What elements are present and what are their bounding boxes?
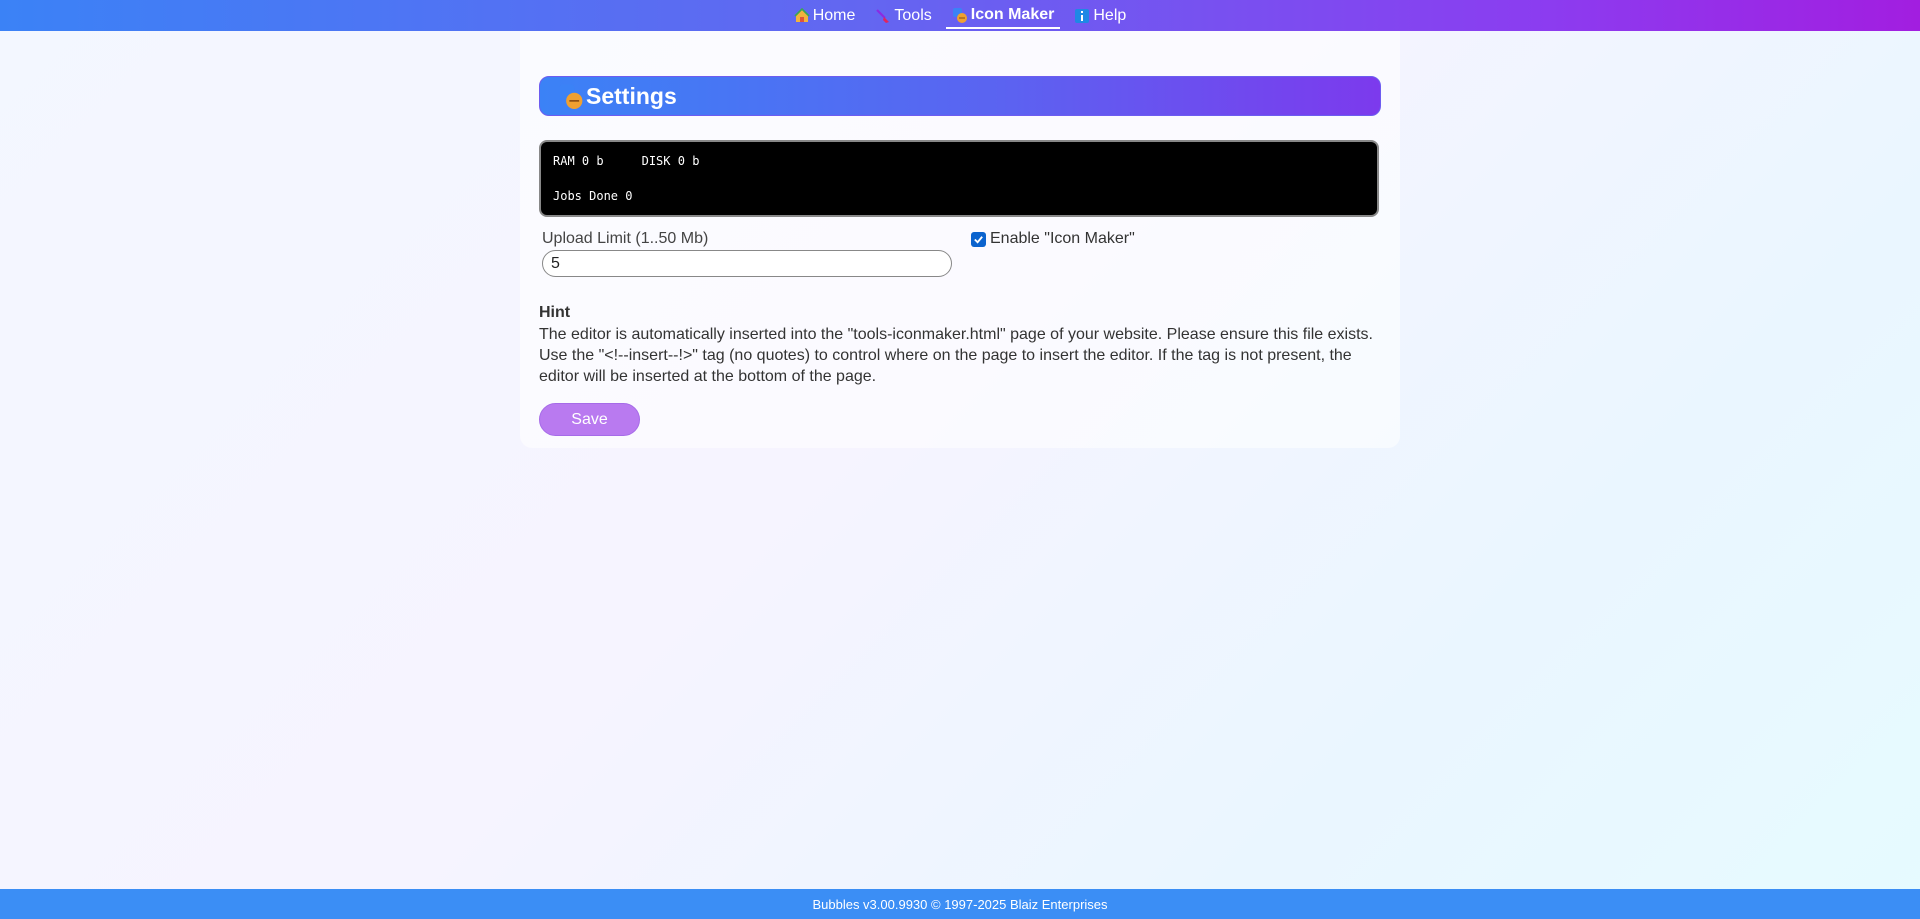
footer: Bubbles v3.00.9930 © 1997-2025 Blaiz Ent… [0, 889, 1920, 919]
house-icon [794, 7, 810, 22]
ram-label: RAM [553, 154, 575, 168]
upload-limit-input[interactable] [542, 250, 952, 277]
nav-help-label: Help [1093, 6, 1127, 24]
settings-panel: Settings RAM 0 b DISK 0 b Jobs Done 0 Upl… [520, 31, 1400, 448]
enable-checkbox[interactable] [971, 231, 986, 247]
disk-value: 0 b [677, 154, 700, 168]
ram-value: 0 b [581, 154, 604, 168]
settings-header: Settings [539, 76, 1381, 116]
jobs-value: 0 [625, 189, 633, 203]
disk-label: DISK [641, 154, 671, 168]
enable-label: Enable "Icon Maker" [990, 230, 1135, 247]
nav-icon-maker[interactable]: Icon Maker [945, 3, 1061, 29]
info-icon [1075, 8, 1090, 23]
nav-home[interactable]: Home [788, 3, 862, 29]
checkmark-icon [974, 235, 983, 244]
icon-maker-icon [952, 7, 967, 23]
top-nav: Home Tools Icon Maker Help [0, 0, 1920, 31]
stats-row-jobs: Jobs Done 0 [553, 189, 1365, 207]
icon-maker-icon [559, 84, 583, 109]
nav-home-label: Home [812, 6, 856, 24]
stats-console: RAM 0 b DISK 0 b Jobs Done 0 [539, 140, 1379, 217]
nav-help[interactable]: Help [1068, 3, 1132, 29]
save-button[interactable]: Save [539, 403, 640, 436]
nav-tools-label: Tools [894, 6, 932, 24]
page-title: Settings [586, 82, 677, 109]
jobs-label: Jobs Done [553, 189, 619, 203]
stats-row-resources: RAM 0 b DISK 0 b [553, 154, 1365, 172]
nav-tools[interactable]: Tools [869, 3, 937, 29]
footer-text: Bubbles v3.00.9930 © 1997-2025 Blaiz Ent… [812, 896, 1108, 912]
nav-icon-maker-label: Icon Maker [970, 5, 1055, 23]
hint-text: The editor is automatically inserted int… [539, 326, 1373, 385]
upload-limit-label: Upload Limit (1..50 Mb) [542, 230, 709, 247]
enable-icon-maker-toggle[interactable]: Enable "Icon Maker" [971, 230, 1135, 248]
hint-title: Hint [539, 304, 571, 321]
brush-icon [876, 8, 890, 23]
